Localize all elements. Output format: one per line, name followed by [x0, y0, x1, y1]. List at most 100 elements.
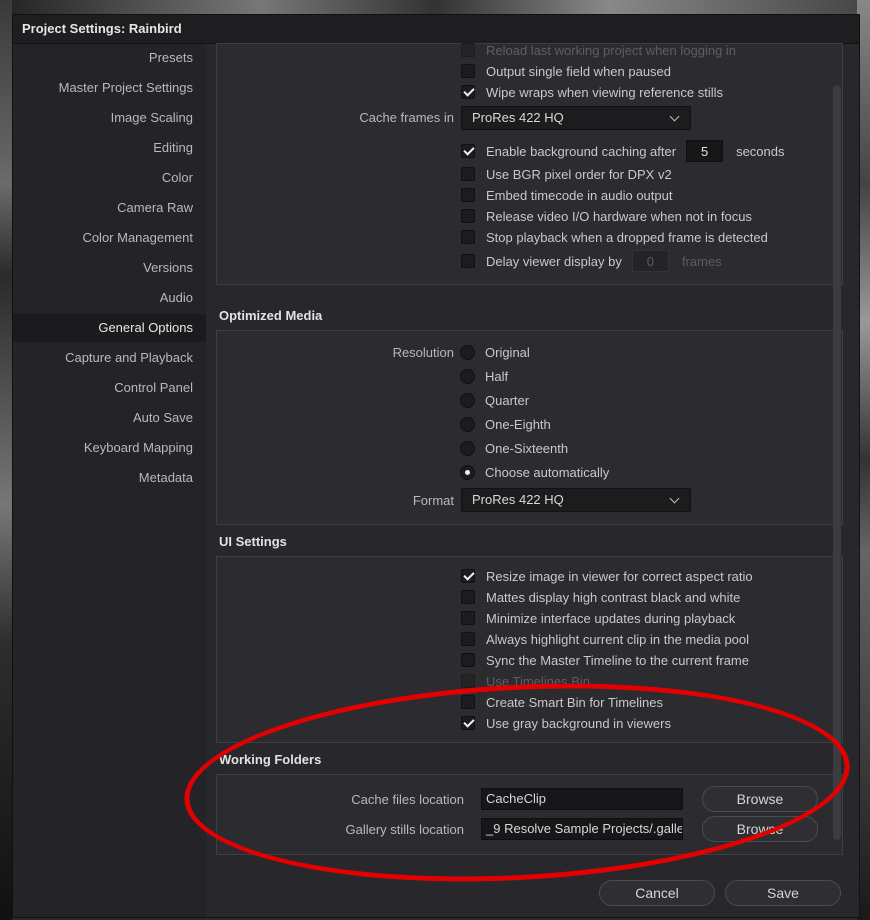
cancel-button[interactable]: Cancel — [599, 880, 715, 906]
resolution-half-radio[interactable] — [460, 368, 475, 384]
resolution-option-auto[interactable]: Choose automatically — [460, 463, 609, 481]
timelines-bin-row: Use Timelines Bin — [461, 672, 590, 690]
sync-master-row: Sync the Master Timeline to the current … — [461, 651, 749, 669]
sidebar-item-camera-raw[interactable]: Camera Raw — [13, 194, 206, 222]
sidebar-item-audio[interactable]: Audio — [13, 284, 206, 312]
minimize-updates-label: Minimize interface updates during playba… — [486, 610, 736, 626]
ui-settings-title: UI Settings — [219, 534, 287, 549]
reload-last-project-checkbox[interactable] — [461, 43, 475, 57]
reload-last-project-row: Reload last working project when logging… — [461, 41, 736, 59]
reload-last-project-label: Reload last working project when logging… — [486, 42, 737, 58]
sidebar-item-versions[interactable]: Versions — [13, 254, 206, 282]
sidebar-item-image-scaling[interactable]: Image Scaling — [13, 104, 206, 132]
format-label: Format — [412, 493, 454, 508]
gray-background-row: Use gray background in viewers — [461, 714, 671, 732]
delay-viewer-row: Delay viewer display by 0 frames — [461, 250, 722, 272]
stop-playback-row: Stop playback when a dropped frame is de… — [461, 228, 768, 246]
sidebar-item-presets[interactable]: Presets — [13, 44, 206, 72]
timelines-bin-label: Use Timelines Bin — [486, 673, 591, 689]
timelines-bin-checkbox[interactable] — [461, 674, 475, 688]
sidebar-item-color-management[interactable]: Color Management — [13, 224, 206, 252]
resolution-option-quarter[interactable]: Quarter — [460, 391, 529, 409]
sidebar-item-capture-and-playback[interactable]: Capture and Playback — [13, 344, 206, 372]
settings-sidebar: Presets Master Project Settings Image Sc… — [13, 44, 206, 917]
chevron-down-icon — [669, 111, 680, 122]
format-select[interactable]: ProRes 422 HQ — [461, 488, 691, 512]
background-caching-unit: seconds — [736, 143, 785, 159]
resolution-quarter-radio[interactable] — [460, 392, 475, 408]
gallery-stills-browse-button[interactable]: Browse — [702, 816, 818, 842]
embed-timecode-label: Embed timecode in audio output — [486, 187, 673, 203]
resize-image-checkbox[interactable] — [461, 569, 475, 583]
cache-files-location-input[interactable]: CacheClip — [481, 788, 683, 810]
smart-bin-checkbox[interactable] — [461, 695, 475, 709]
background-caching-checkbox[interactable] — [461, 144, 475, 158]
smart-bin-row: Create Smart Bin for Timelines — [461, 693, 663, 711]
gallery-stills-location-input[interactable]: _9 Resolve Sample Projects/.gallery — [481, 818, 683, 840]
sidebar-item-color[interactable]: Color — [13, 164, 206, 192]
save-button[interactable]: Save — [725, 880, 841, 906]
output-single-field-checkbox[interactable] — [461, 64, 475, 78]
cache-frames-select[interactable]: ProRes 422 HQ — [461, 106, 691, 130]
sidebar-item-metadata[interactable]: Metadata — [13, 464, 206, 492]
highlight-clip-checkbox[interactable] — [461, 632, 475, 646]
content-scrollbar[interactable] — [833, 85, 841, 840]
resolution-option-original[interactable]: Original — [460, 343, 530, 361]
cache-frames-value: ProRes 422 HQ — [472, 110, 564, 125]
wipe-wraps-label: Wipe wraps when viewing reference stills — [486, 84, 723, 100]
embed-timecode-checkbox[interactable] — [461, 188, 475, 202]
resolution-original-radio[interactable] — [460, 344, 475, 360]
resolution-option-one-eighth[interactable]: One-Eighth — [460, 415, 551, 433]
format-value: ProRes 422 HQ — [472, 492, 564, 507]
smart-bin-label: Create Smart Bin for Timelines — [486, 694, 664, 710]
sidebar-item-auto-save[interactable]: Auto Save — [13, 404, 206, 432]
dialog-titlebar[interactable]: Project Settings: Rainbird — [13, 15, 859, 44]
minimize-updates-row: Minimize interface updates during playba… — [461, 609, 735, 627]
wipe-wraps-row: Wipe wraps when viewing reference stills — [461, 83, 723, 101]
highlight-clip-label: Always highlight current clip in the med… — [486, 631, 750, 647]
project-settings-dialog: Project Settings: Rainbird Presets Maste… — [12, 14, 860, 918]
sync-master-checkbox[interactable] — [461, 653, 475, 667]
background-photo-left — [0, 0, 12, 920]
gray-background-checkbox[interactable] — [461, 716, 475, 730]
sidebar-item-keyboard-mapping[interactable]: Keyboard Mapping — [13, 434, 206, 462]
background-caching-seconds-input[interactable]: 5 — [686, 140, 724, 162]
release-video-io-checkbox[interactable] — [461, 209, 475, 223]
resolution-one-eighth-radio[interactable] — [460, 416, 475, 432]
resolution-auto-label: Choose automatically — [485, 464, 610, 480]
sidebar-item-editing[interactable]: Editing — [13, 134, 206, 162]
resolution-option-one-sixteenth[interactable]: One-Sixteenth — [460, 439, 568, 457]
mattes-display-checkbox[interactable] — [461, 590, 475, 604]
mattes-display-row: Mattes display high contrast black and w… — [461, 588, 740, 606]
chevron-down-icon — [669, 493, 680, 504]
stop-playback-checkbox[interactable] — [461, 230, 475, 244]
cache-frames-label: Cache frames in — [359, 110, 454, 125]
bgr-pixel-order-checkbox[interactable] — [461, 167, 475, 181]
resolution-half-label: Half — [485, 368, 509, 384]
gray-background-label: Use gray background in viewers — [486, 715, 671, 731]
cache-files-browse-button[interactable]: Browse — [702, 786, 818, 812]
resolution-auto-radio[interactable] — [460, 464, 475, 480]
wipe-wraps-checkbox[interactable] — [461, 85, 475, 99]
minimize-updates-checkbox[interactable] — [461, 611, 475, 625]
resolution-one-sixteenth-radio[interactable] — [460, 440, 475, 456]
embed-timecode-row: Embed timecode in audio output — [461, 186, 672, 204]
gallery-stills-location-label: Gallery stills location — [345, 822, 465, 837]
sidebar-item-control-panel[interactable]: Control Panel — [13, 374, 206, 402]
resolution-one-eighth-label: One-Eighth — [485, 416, 551, 432]
background-caching-label: Enable background caching after — [486, 143, 677, 159]
delay-viewer-unit: frames — [681, 253, 722, 269]
resize-image-label: Resize image in viewer for correct aspec… — [486, 568, 753, 584]
resolution-quarter-label: Quarter — [485, 392, 530, 408]
cache-files-location-label: Cache files location — [351, 792, 464, 807]
working-folders-title: Working Folders — [219, 752, 322, 767]
sidebar-item-general-options[interactable]: General Options — [13, 314, 206, 342]
background-caching-row: Enable background caching after 5 second… — [461, 140, 785, 162]
delay-viewer-frames-input[interactable]: 0 — [631, 250, 669, 272]
resolution-label: Resolution — [392, 345, 454, 360]
delay-viewer-checkbox[interactable] — [461, 254, 475, 268]
release-video-io-row: Release video I/O hardware when not in f… — [461, 207, 752, 225]
background-photo-top — [0, 0, 870, 14]
resolution-option-half[interactable]: Half — [460, 367, 508, 385]
sidebar-item-master-project-settings[interactable]: Master Project Settings — [13, 74, 206, 102]
